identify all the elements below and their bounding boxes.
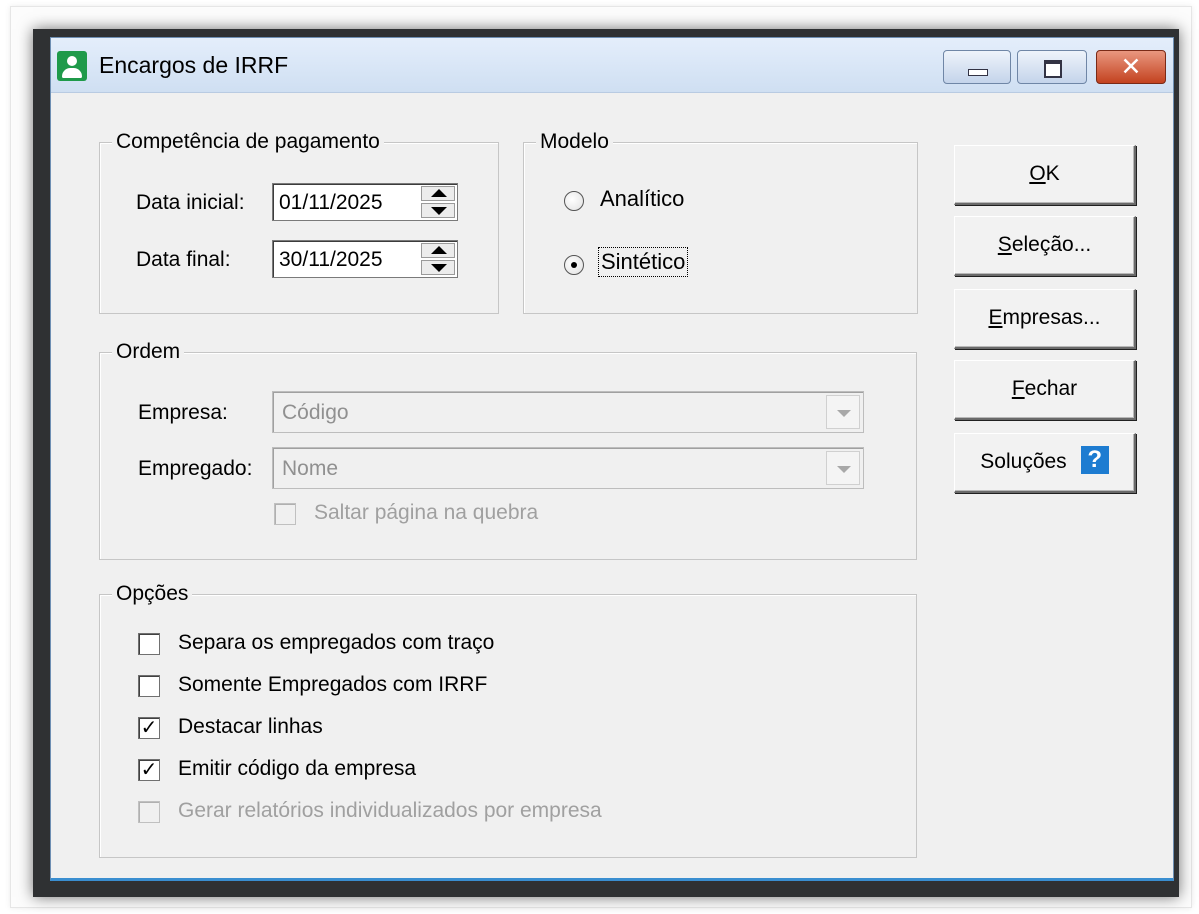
opcao-gerar-relatorios-label: Gerar relatórios individualizados por em…: [178, 799, 602, 822]
opcao-destacar-linhas-label: Destacar linhas: [178, 715, 323, 738]
data-inicial-spinner[interactable]: [421, 186, 455, 218]
dialog-window: Encargos de IRRF ✕ Competência de pagame…: [33, 29, 1179, 897]
chevron-down-icon[interactable]: [826, 395, 860, 429]
window-title: Encargos de IRRF: [99, 52, 289, 78]
minimize-button[interactable]: [943, 50, 1011, 84]
opcao-destacar-linhas[interactable]: ✓ Destacar linhas: [138, 713, 618, 743]
data-final-spinner[interactable]: [421, 243, 455, 275]
radio-analitico-label: Analítico: [600, 186, 685, 211]
maximize-button[interactable]: [1017, 50, 1087, 84]
selecao-button[interactable]: Seleção...: [954, 216, 1136, 276]
ok-button[interactable]: OK: [954, 145, 1136, 205]
title-bar[interactable]: Encargos de IRRF ✕: [51, 38, 1173, 93]
spin-down-arrow-icon[interactable]: [421, 203, 455, 218]
opcao-gerar-relatorios[interactable]: Gerar relatórios individualizados por em…: [138, 797, 738, 827]
spin-up-arrow-icon[interactable]: [421, 186, 455, 201]
radio-sintetico-button[interactable]: [564, 255, 584, 275]
maximize-icon: [1044, 60, 1062, 78]
fechar-button[interactable]: Fechar: [954, 360, 1136, 420]
opcoes-group: Opções Separa os empregados com traço So…: [99, 582, 917, 858]
radio-sintetico[interactable]: Sintético: [564, 247, 764, 279]
minimize-icon: [968, 69, 988, 76]
opcao-separa-empregados-box[interactable]: [138, 633, 160, 655]
radio-analitico-button[interactable]: [564, 191, 584, 211]
saltar-pagina-checkbox[interactable]: Saltar página na quebra: [274, 499, 614, 529]
check-mark-icon[interactable]: ✓: [138, 717, 160, 739]
opcao-separa-empregados[interactable]: Separa os empregados com traço: [138, 629, 618, 659]
data-inicial-label: Data inicial:: [136, 191, 245, 214]
data-final-value: 30/11/2025: [279, 248, 383, 271]
empresa-select[interactable]: Código: [272, 391, 864, 433]
opcao-somente-irrf[interactable]: Somente Empregados com IRRF: [138, 671, 618, 701]
competencia-legend: Competência de pagamento: [112, 130, 384, 154]
solucoes-label: Soluções: [980, 450, 1067, 473]
opcao-emitir-codigo-label: Emitir código da empresa: [178, 757, 417, 780]
opcao-somente-irrf-label: Somente Empregados com IRRF: [178, 673, 488, 696]
opcao-emitir-codigo[interactable]: ✓ Emitir código da empresa: [138, 755, 618, 785]
radio-sintetico-label: Sintético: [598, 247, 689, 277]
data-inicial-field[interactable]: 01/11/2025: [272, 183, 458, 221]
solucoes-button[interactable]: Soluções?: [954, 433, 1136, 493]
data-final-label: Data final:: [136, 248, 231, 271]
close-button[interactable]: ✕: [1096, 50, 1166, 84]
spin-up-arrow-icon[interactable]: [421, 243, 455, 258]
competencia-group: Competência de pagamento Data inicial: 0…: [99, 130, 499, 314]
empresas-button[interactable]: Empresas...: [954, 289, 1136, 349]
opcoes-legend: Opções: [112, 582, 193, 606]
radio-analitico[interactable]: Analítico: [564, 185, 764, 215]
data-final-field[interactable]: 30/11/2025: [272, 240, 458, 278]
opcao-separa-empregados-label: Separa os empregados com traço: [178, 631, 495, 654]
chevron-down-icon[interactable]: [826, 451, 860, 485]
dialog-client-area: Encargos de IRRF ✕ Competência de pagame…: [50, 37, 1174, 881]
help-icon: ?: [1080, 446, 1109, 475]
check-mark-icon[interactable]: ✓: [138, 759, 160, 781]
ordem-legend: Ordem: [112, 340, 185, 364]
empresa-select-value: Código: [282, 401, 349, 424]
spin-down-arrow-icon[interactable]: [421, 260, 455, 275]
data-inicial-value: 01/11/2025: [279, 191, 383, 214]
opcao-somente-irrf-box[interactable]: [138, 675, 160, 697]
saltar-pagina-label: Saltar página na quebra: [314, 501, 539, 524]
empregado-label: Empregado:: [138, 457, 253, 480]
empregado-select[interactable]: Nome: [272, 447, 864, 489]
saltar-pagina-box[interactable]: [274, 503, 296, 525]
modelo-legend: Modelo: [536, 130, 613, 154]
opcao-gerar-relatorios-box[interactable]: [138, 801, 160, 823]
close-icon: ✕: [1120, 53, 1142, 81]
user-app-icon: [57, 51, 87, 81]
ordem-group: Ordem Empresa: Código Empregado: Nome Sa…: [99, 340, 917, 560]
modelo-group: Modelo Analítico Sintético: [523, 130, 918, 314]
empresa-label: Empresa:: [138, 401, 228, 424]
empregado-select-value: Nome: [282, 457, 339, 480]
